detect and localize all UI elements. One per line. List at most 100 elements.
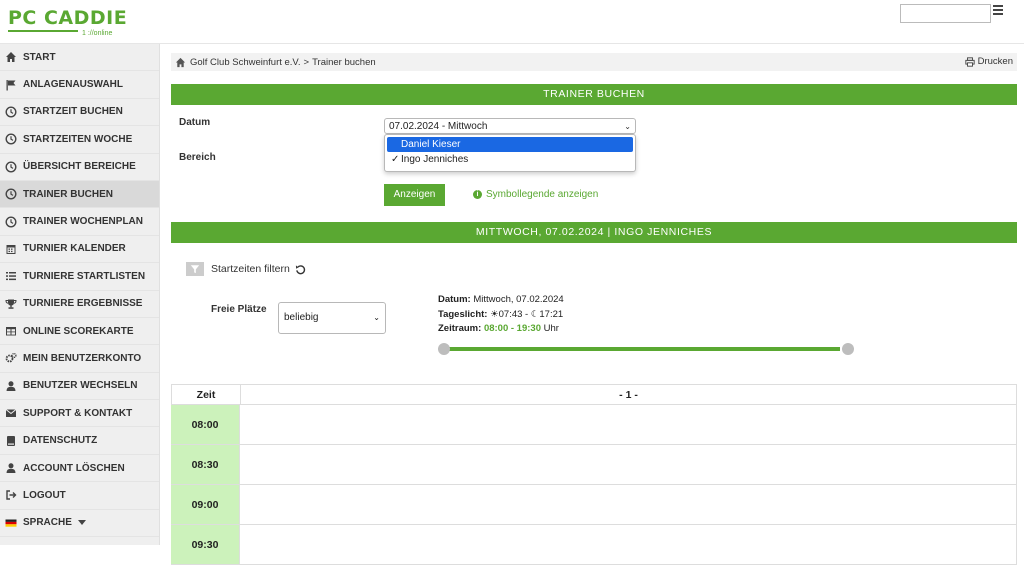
home-icon	[4, 50, 18, 64]
freie-plaetze-label: Freie Plätze	[211, 304, 267, 315]
symbollegende-link[interactable]: i Symbollegende anzeigen	[473, 189, 598, 200]
sidebar-item-anlagenauswahl[interactable]: ANLAGENAUSWAHL	[0, 71, 159, 99]
time-cell[interactable]: 08:00	[171, 405, 240, 444]
slot-cell[interactable]	[240, 445, 1016, 484]
sidebar-item-label: STARTZEIT BUCHEN	[23, 106, 123, 118]
user-icon	[4, 461, 18, 475]
sidebar-item-label: TURNIERE STARTLISTEN	[23, 270, 146, 282]
freie-plaetze-select[interactable]: beliebig ⌄	[278, 302, 386, 334]
sidebar-item-support-kontakt[interactable]: SUPPORT & KONTAKT	[0, 400, 159, 428]
logo-underline	[8, 30, 78, 32]
book-icon	[4, 434, 18, 448]
sidebar-item-uebersicht-bereiche[interactable]: ÜBERSICHT BEREICHE	[0, 154, 159, 181]
sidebar: START ANLAGENAUSWAHL STARTZEIT BUCHEN ST…	[0, 44, 160, 545]
breadcrumb-club[interactable]: Golf Club Schweinfurt e.V.	[190, 57, 301, 68]
anzeigen-button[interactable]: Anzeigen	[384, 184, 445, 206]
sidebar-item-trainer-buchen[interactable]: TRAINER BUCHEN	[0, 180, 159, 209]
user-icon	[4, 379, 18, 393]
table-row: 08:30	[171, 445, 1017, 485]
reset-icon[interactable]	[295, 264, 306, 275]
caret-down-icon	[77, 520, 86, 526]
hamburger-menu-icon[interactable]	[993, 5, 1004, 19]
sun-icon: ☀	[490, 308, 499, 320]
sidebar-item-sprache[interactable]: SPRACHE	[0, 510, 159, 538]
day-info: Datum: Mittwoch, 07.02.2024 Tageslicht: …	[438, 293, 564, 337]
print-label: Drucken	[977, 56, 1013, 67]
sidebar-item-label: ONLINE SCOREKARTE	[23, 325, 134, 337]
time-cell[interactable]: 09:00	[171, 485, 240, 524]
cogs-icon	[4, 351, 18, 365]
sidebar-item-label: SPRACHE	[23, 517, 72, 529]
time-cell[interactable]: 08:30	[171, 445, 240, 484]
sidebar-item-label: LOGOUT	[23, 489, 66, 501]
sidebar-item-turnier-kalender[interactable]: TURNIER KALENDER	[0, 236, 159, 264]
datum-select[interactable]: 07.02.2024 - Mittwoch ⌄	[384, 118, 636, 134]
sidebar-item-turniere-ergebnisse[interactable]: TURNIERE ERGEBNISSE	[0, 291, 159, 318]
flag-icon	[4, 78, 18, 92]
sidebar-item-benutzer-wechseln[interactable]: BENUTZER WECHSELN	[0, 373, 159, 401]
sidebar-item-turniere-startlisten[interactable]: TURNIERE STARTLISTEN	[0, 263, 159, 291]
trophy-icon	[4, 297, 18, 311]
sidebar-item-datenschutz[interactable]: DATENSCHUTZ	[0, 427, 159, 455]
bereich-dropdown[interactable]: Daniel Kieser ✓ Ingo Jenniches	[384, 134, 636, 172]
info-zeitraum-line: Zeitraum: 08:00 - 19:30 Uhr	[438, 323, 559, 334]
column-zeit: Zeit	[172, 385, 241, 404]
schedule-header: MITTWOCH, 07.02.2024 | INGO JENNICHES	[171, 222, 1017, 243]
slot-cell[interactable]	[240, 485, 1016, 524]
print-button[interactable]: Drucken	[965, 56, 1013, 67]
symbollegende-label: Symbollegende anzeigen	[486, 189, 599, 200]
pc-caddie-logo[interactable]: PC CADDIE 1 ://online	[8, 7, 128, 37]
sidebar-item-account-loeschen[interactable]: ACCOUNT LÖSCHEN	[0, 455, 159, 483]
info-icon: i	[473, 190, 482, 199]
home-icon[interactable]	[175, 57, 186, 68]
logo-subtext: 1 ://online	[82, 30, 113, 37]
printer-icon	[965, 56, 975, 67]
filter-label: Startzeiten filtern	[211, 263, 290, 275]
breadcrumb-separator: >	[303, 56, 310, 68]
zeitraum-slider[interactable]	[438, 343, 854, 355]
chevron-down-icon: ⌄	[373, 313, 380, 322]
startzeiten-filter[interactable]: Startzeiten filtern	[186, 262, 306, 276]
search-input[interactable]	[900, 4, 991, 23]
datum-select-value: 07.02.2024 - Mittwoch	[389, 121, 488, 132]
clock-icon	[4, 105, 18, 119]
slider-track	[448, 347, 840, 351]
slider-start-handle[interactable]	[438, 343, 450, 355]
sidebar-item-label: STARTZEITEN WOCHE	[23, 133, 133, 145]
breadcrumb: Golf Club Schweinfurt e.V. > Trainer buc…	[171, 53, 1017, 71]
table-row: 09:30	[171, 525, 1017, 565]
table-row: 08:00	[171, 405, 1017, 445]
sidebar-item-trainer-wochenplan[interactable]: TRAINER WOCHENPLAN	[0, 208, 159, 236]
chevron-down-icon: ⌄	[624, 122, 631, 131]
clock-icon	[4, 132, 18, 146]
list-icon	[4, 269, 18, 283]
sidebar-item-start[interactable]: START	[0, 44, 159, 72]
filter-icon[interactable]	[186, 262, 204, 276]
top-bar: PC CADDIE 1 ://online	[0, 0, 1024, 44]
info-tageslicht-line: Tageslicht: ☀07:43 - ☾17:21	[438, 308, 564, 320]
checkmark-icon: ✓	[391, 154, 400, 165]
sidebar-item-label: TURNIER KALENDER	[23, 243, 126, 255]
trainer-buchen-header: TRAINER BUCHEN	[171, 84, 1017, 105]
sidebar-item-label: TRAINER BUCHEN	[23, 188, 113, 200]
slider-end-handle[interactable]	[842, 343, 854, 355]
sidebar-item-label: START	[23, 51, 56, 63]
table-icon	[4, 324, 18, 338]
dropdown-option-daniel-kieser[interactable]: Daniel Kieser	[387, 137, 633, 152]
sunset-time: 17:21	[539, 308, 564, 320]
sidebar-item-label: TRAINER WOCHENPLAN	[23, 216, 143, 228]
sidebar-item-online-scorekarte[interactable]: ONLINE SCOREKARTE	[0, 318, 159, 346]
sidebar-item-startzeiten-woche[interactable]: STARTZEITEN WOCHE	[0, 126, 159, 154]
logo-text: PC CADDIE	[8, 7, 128, 29]
dropdown-option-ingo-jenniches[interactable]: ✓ Ingo Jenniches	[387, 152, 633, 167]
sidebar-item-logout[interactable]: LOGOUT	[0, 482, 159, 510]
slot-cell[interactable]	[240, 405, 1016, 444]
info-datum-line: Datum: Mittwoch, 07.02.2024	[438, 294, 564, 305]
sidebar-item-startzeit-buchen[interactable]: STARTZEIT BUCHEN	[0, 99, 159, 127]
datum-label: Datum	[179, 117, 211, 128]
sidebar-item-label: MEIN BENUTZERKONTO	[23, 352, 142, 364]
clock-icon	[4, 187, 18, 201]
sidebar-item-mein-benutzerkonto[interactable]: MEIN BENUTZERKONTO	[0, 345, 159, 373]
bereich-label: Bereich	[179, 152, 216, 163]
german-flag-icon	[4, 516, 18, 530]
